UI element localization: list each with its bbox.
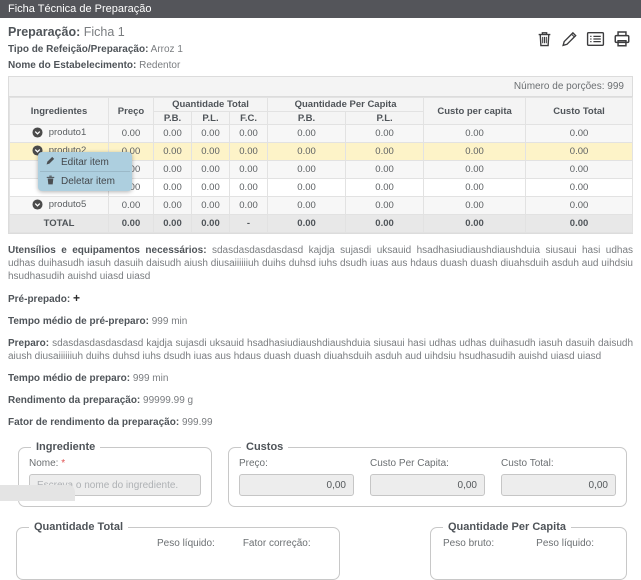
row-context-menu: Editar item Deletar item bbox=[38, 152, 132, 191]
peso-bruto-label: Peso bruto: bbox=[443, 538, 494, 549]
col-qt-pl: P.L. bbox=[192, 112, 230, 125]
quantidade-per-capita-legend: Quantidade Per Capita bbox=[443, 521, 571, 533]
custo-total-label: Custo Total: bbox=[501, 458, 616, 469]
pre-prepado-line: Pré-prepado: + bbox=[8, 292, 633, 306]
preparo-paragraph: Preparo: sdasdasdasdasdasd kajdja sujasd… bbox=[8, 337, 633, 363]
pencil-icon bbox=[46, 156, 55, 168]
status-box bbox=[0, 485, 75, 501]
col-qt-fc: F.C. bbox=[230, 112, 268, 125]
ingrediente-legend: Ingrediente bbox=[31, 441, 100, 453]
fator-rendimento-value: 999.99 bbox=[182, 417, 213, 428]
chevron-circle-down-icon[interactable] bbox=[32, 199, 43, 210]
form-row-2: Quantidade Total Peso líquido: Fator cor… bbox=[16, 521, 627, 580]
context-menu-delete-item[interactable]: Deletar item bbox=[38, 172, 132, 190]
table-row[interactable]: produto1 0.00 0.00 0.00 0.00 0.00 0.00 0… bbox=[10, 125, 633, 143]
custos-fieldset: Custos Preço: Custo Per Capita: Custo To… bbox=[228, 441, 627, 507]
preparo-label: Preparo: bbox=[8, 338, 49, 349]
context-menu-edit-label: Editar item bbox=[61, 157, 109, 168]
peso-liquido-label: Peso líquido: bbox=[157, 538, 215, 549]
col-qpc-pl: P.L. bbox=[346, 112, 424, 125]
col-ingredientes: Ingredientes bbox=[10, 98, 109, 125]
colgroup-quantidade-total: Quantidade Total bbox=[154, 98, 268, 112]
colgroup-quantidade-per-capita: Quantidade Per Capita bbox=[268, 98, 424, 112]
portions-caption: Número de porções: 999 bbox=[9, 77, 632, 97]
custo-total-input[interactable] bbox=[501, 474, 616, 496]
total-row: TOTAL 0.00 0.00 0.00 - 0.00 0.00 0.00 0.… bbox=[10, 215, 633, 233]
fator-rendimento-line: Fator de rendimento da preparação: 999.9… bbox=[8, 416, 633, 429]
col-custo-per-capita: Custo per capita bbox=[424, 98, 526, 125]
col-qt-pb: P.B. bbox=[154, 112, 192, 125]
custo-per-capita-input[interactable] bbox=[370, 474, 485, 496]
tempo-preparo-value: 999 min bbox=[133, 373, 169, 384]
print-icon[interactable] bbox=[613, 30, 631, 48]
preparation-header: Preparação: Ficha 1 Tipo de Refeição/Pre… bbox=[0, 18, 641, 71]
estabelecimento-line: Nome do Estabelecimento: Redentor bbox=[8, 60, 633, 71]
utensilios-paragraph: Utensílios e equipamentos necessários: s… bbox=[8, 244, 633, 283]
pencil-icon[interactable] bbox=[561, 30, 578, 48]
list-icon[interactable] bbox=[586, 30, 605, 48]
preco-label: Preço: bbox=[239, 458, 354, 469]
fator-rendimento-label: Fator de rendimento da preparação: bbox=[8, 417, 179, 428]
pre-prepado-label: Pré-prepado: bbox=[8, 294, 70, 305]
toolbar bbox=[536, 30, 631, 48]
context-menu-edit-item[interactable]: Editar item bbox=[38, 153, 132, 171]
required-asterisk: * bbox=[61, 458, 65, 469]
page-title: Ficha Técnica de Preparação bbox=[0, 0, 641, 18]
preparation-details: Utensílios e equipamentos necessários: s… bbox=[0, 234, 641, 429]
rendimento-line: Rendimento da preparação: 99999.99 g bbox=[8, 394, 633, 407]
col-preco: Preço bbox=[109, 98, 154, 125]
nome-label: Nome: * bbox=[29, 458, 201, 469]
ingredient-name: produto1 bbox=[49, 127, 87, 138]
preco-input[interactable] bbox=[239, 474, 354, 496]
custo-per-capita-label: Custo Per Capita: bbox=[370, 458, 485, 469]
tempo-pre-preparo-label: Tempo médio de pré-preparo: bbox=[8, 316, 149, 327]
trash-icon[interactable] bbox=[536, 30, 553, 48]
col-qpc-pb: P.B. bbox=[268, 112, 346, 125]
col-custo-total: Custo Total bbox=[526, 98, 633, 125]
quantidade-total-fieldset: Quantidade Total Peso líquido: Fator cor… bbox=[16, 521, 340, 580]
quantidade-per-capita-fieldset: Quantidade Per Capita Peso bruto: Peso l… bbox=[430, 521, 627, 580]
tempo-pre-preparo-line: Tempo médio de pré-preparo: 999 min bbox=[8, 315, 633, 328]
plus-icon[interactable]: + bbox=[73, 291, 80, 305]
preparo-text: sdasdasdasdasdasd kajdja sujasdi uksauid… bbox=[8, 338, 633, 362]
form-row-1: Ingrediente Nome: * Custos Preço: Custo … bbox=[18, 441, 627, 507]
quantidade-total-legend: Quantidade Total bbox=[29, 521, 128, 533]
estabelecimento-label: Nome do Estabelecimento: bbox=[8, 60, 136, 71]
ingredient-name: produto5 bbox=[49, 199, 87, 210]
estabelecimento-value: Redentor bbox=[139, 60, 180, 71]
preparacao-label: Preparação: bbox=[8, 25, 80, 39]
chevron-circle-down-icon[interactable] bbox=[32, 127, 43, 138]
tempo-preparo-label: Tempo médio de preparo: bbox=[8, 373, 130, 384]
tipo-label: Tipo de Refeição/Preparação: bbox=[8, 44, 148, 55]
utensilios-label: Utensílios e equipamentos necessários: bbox=[8, 245, 207, 256]
preparacao-value: Ficha 1 bbox=[84, 25, 125, 39]
context-menu-delete-label: Deletar item bbox=[61, 176, 115, 187]
trash-icon bbox=[46, 175, 55, 188]
tempo-preparo-line: Tempo médio de preparo: 999 min bbox=[8, 372, 633, 385]
rendimento-value: 99999.99 g bbox=[143, 395, 193, 406]
custos-legend: Custos bbox=[241, 441, 288, 453]
fator-correcao-label: Fator correção: bbox=[243, 538, 311, 549]
tempo-pre-preparo-value: 999 min bbox=[152, 316, 188, 327]
rendimento-label: Rendimento da preparação: bbox=[8, 395, 140, 406]
tipo-value: Arroz 1 bbox=[151, 44, 183, 55]
peso-liquido-label: Peso líquido: bbox=[536, 538, 594, 549]
table-row[interactable]: produto5 0.00 0.00 0.00 0.00 0.00 0.00 0… bbox=[10, 197, 633, 215]
